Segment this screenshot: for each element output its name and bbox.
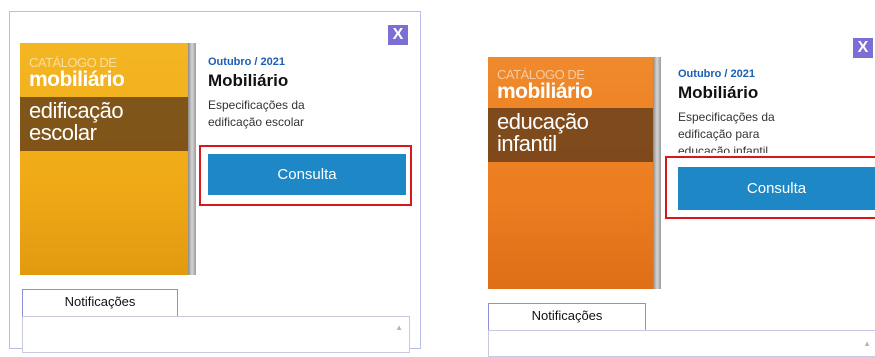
notifications-box: ▲ (488, 330, 875, 357)
cover-subtitle-2: infantil (497, 131, 557, 156)
catalog-description-line2: edificação escolar (208, 115, 305, 129)
catalog-title: Mobiliário (678, 83, 759, 102)
catalog-cover-image[interactable]: CATÁLOGO DE mobiliário educação infantil (488, 57, 661, 289)
catalog-title: Mobiliário (208, 71, 289, 90)
cover-subtitle-1: educação (497, 109, 589, 134)
catalog-description-line1: Especificações da (208, 98, 305, 112)
notifications-tab[interactable]: Notificações (22, 289, 178, 317)
cover-subtitle-2: escolar (29, 120, 97, 145)
cover-spine (653, 57, 661, 289)
cover-title: mobiliário (29, 68, 125, 91)
cover-spine (188, 43, 196, 275)
publication-date: Outubro / 2021 (208, 56, 286, 68)
cover-title: mobiliário (497, 80, 593, 103)
catalog-description-line2: edificação para (678, 127, 760, 141)
catalog-cover-image[interactable]: CATÁLOGO DE mobiliário edificação escola… (20, 43, 196, 275)
notifications-tab[interactable]: Notificações (488, 303, 646, 331)
close-button[interactable]: X (853, 38, 873, 58)
consulta-button[interactable]: Consulta (678, 167, 875, 210)
catalog-panel-right: X CATÁLOGO DE mobiliário educação infant… (476, 20, 875, 357)
publication-date: Outubro / 2021 (678, 68, 756, 80)
close-button[interactable]: X (388, 25, 408, 45)
notifications-box: ▲ (22, 316, 410, 353)
catalog-description-line1: Especificações da (678, 110, 775, 124)
cover-subtitle-1: edificação (29, 98, 124, 123)
consulta-button[interactable]: Consulta (208, 154, 406, 195)
scroll-up-arrow-icon[interactable]: ▲ (395, 323, 403, 332)
catalog-description-line3: educação infantil (678, 144, 769, 153)
catalog-panel-left: X CATÁLOGO DE mobiliário edificação esco… (9, 11, 421, 353)
